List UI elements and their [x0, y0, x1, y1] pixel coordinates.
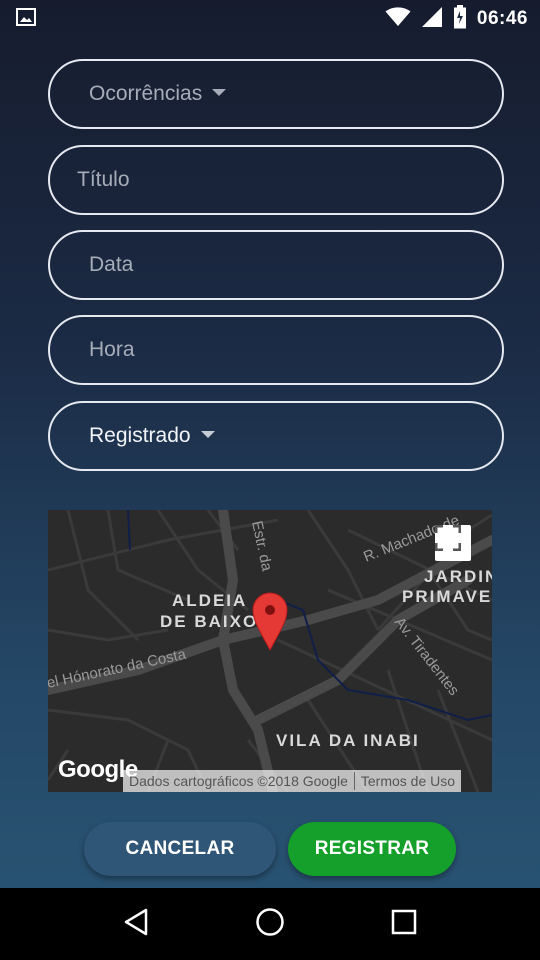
status-bar: 06:46 — [0, 0, 540, 38]
fullscreen-icon — [435, 525, 461, 551]
back-icon[interactable] — [123, 908, 149, 941]
cancel-button[interactable]: CANCELAR — [84, 822, 276, 876]
map-label-aldeia-1: ALDEIA — [172, 591, 247, 610]
titulo-placeholder: Título — [77, 168, 130, 191]
signal-icon — [421, 6, 443, 33]
map-label-jardim-2: PRIMAVE — [402, 587, 492, 606]
image-icon — [16, 7, 36, 31]
register-button[interactable]: REGISTRAR — [288, 822, 456, 876]
status-selected-value: Registrado — [89, 424, 191, 447]
battery-icon — [453, 4, 467, 34]
chevron-down-icon — [200, 430, 215, 438]
map-label-estr: Estr. da — [248, 519, 275, 573]
hora-input[interactable]: Hora — [48, 315, 504, 385]
titulo-input[interactable]: Título — [48, 145, 504, 215]
map-label-aldeia-2: DE BAIXO — [160, 612, 258, 631]
map-label-jardim-1: JARDIN — [424, 567, 492, 586]
recents-icon[interactable] — [391, 909, 417, 940]
fullscreen-button[interactable] — [435, 525, 471, 561]
status-dropdown[interactable]: Registrado — [48, 401, 504, 471]
chevron-down-icon — [212, 88, 227, 96]
ocorrencias-dropdown[interactable]: Ocorrências — [48, 59, 504, 129]
map-label-vila: VILA DA INABI — [276, 731, 420, 750]
map-view[interactable]: ALDEIA DE BAIXO JARDIN PRIMAVE VILA DA I… — [48, 510, 492, 792]
wifi-icon — [385, 6, 411, 32]
clock: 06:46 — [476, 8, 528, 29]
terms-link[interactable]: Termos de Uso — [355, 773, 461, 789]
home-icon[interactable] — [255, 907, 285, 942]
map-roads: ALDEIA DE BAIXO JARDIN PRIMAVE VILA DA I… — [48, 510, 492, 792]
navigation-bar — [0, 888, 540, 960]
data-input[interactable]: Data — [48, 230, 504, 300]
ocorrencias-label: Ocorrências — [89, 82, 203, 105]
map-label-tiradentes: Av. Tiradentes — [391, 614, 463, 699]
map-attribution: Dados cartográficos ©2018 Google — [129, 773, 348, 789]
map-label-honorato: el Hónorato da Costa — [48, 646, 188, 692]
data-placeholder: Data — [89, 253, 134, 276]
map-attribution-bar: Dados cartográficos ©2018 Google Termos … — [123, 770, 462, 792]
hora-placeholder: Hora — [89, 338, 135, 361]
